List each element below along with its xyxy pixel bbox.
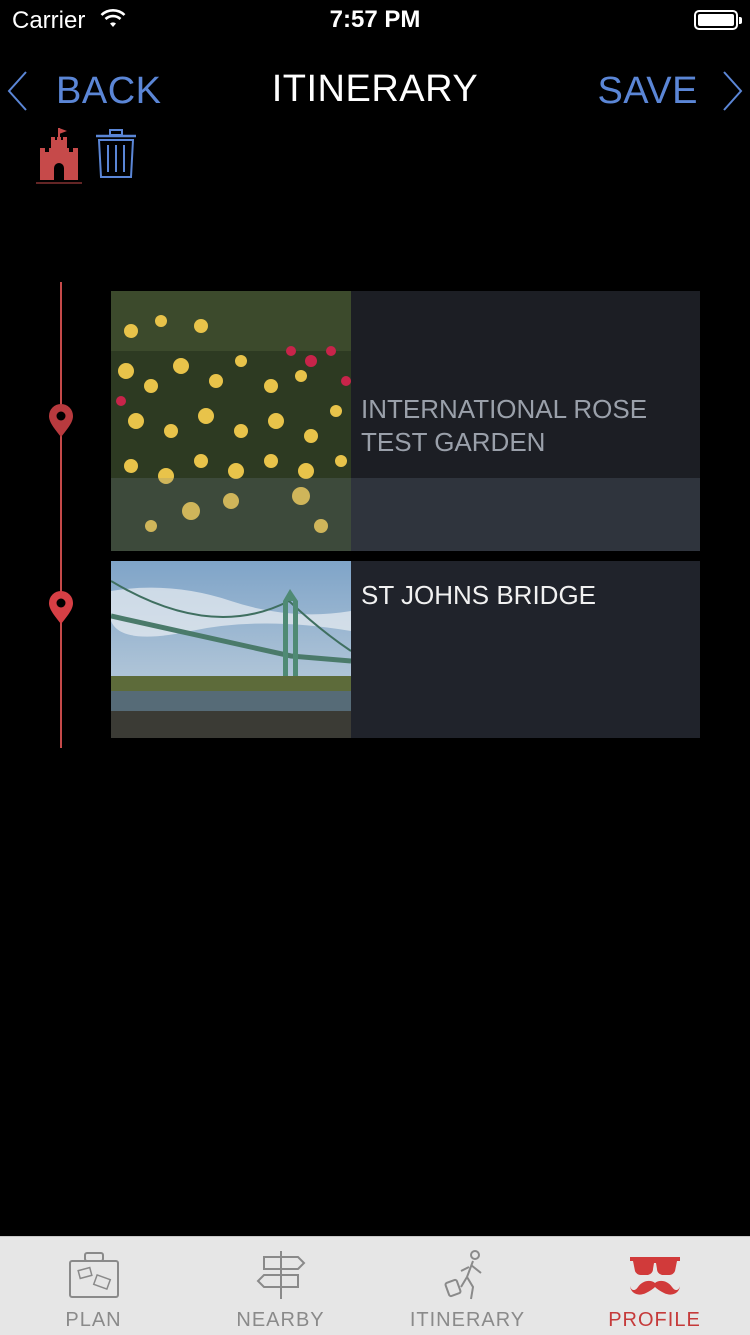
map-pin-icon (48, 404, 74, 438)
tab-label: NEARBY (236, 1309, 325, 1331)
tab-label: PLAN (65, 1309, 122, 1331)
tab-profile[interactable]: PROFILE (561, 1237, 748, 1335)
tab-nearby[interactable]: NEARBY (187, 1237, 374, 1335)
navigation-bar: BACK ITINERARY SAVE (0, 60, 750, 120)
traveler-icon (444, 1250, 482, 1300)
itinerary-item[interactable]: INTERNATIONAL ROSE TEST GARDEN (111, 291, 700, 551)
itinerary-item[interactable]: ST JOHNS BRIDGE (111, 561, 700, 738)
tab-label: PROFILE (608, 1309, 701, 1331)
map-pin-icon (48, 591, 74, 625)
castle-icon[interactable] (36, 126, 82, 186)
chevron-right-icon (723, 71, 743, 111)
luggage-icon (68, 1252, 119, 1298)
card-overlay (111, 478, 700, 551)
mustache-glasses-icon (629, 1257, 680, 1295)
status-time: 7:57 PM (329, 6, 421, 33)
save-button[interactable]: SAVE (597, 68, 744, 114)
signpost-icon (256, 1251, 305, 1299)
tab-itinerary[interactable]: ITINERARY (374, 1237, 561, 1335)
trash-icon[interactable] (94, 128, 138, 180)
itinerary-item-name: INTERNATIONAL ROSE TEST GARDEN (361, 394, 648, 457)
timeline-line (60, 282, 62, 748)
battery-icon (694, 10, 742, 30)
tab-bar: PLAN NEARBY ITINERARY PROFILE (0, 1236, 750, 1335)
bridge-photo (111, 561, 351, 738)
save-label: SAVE (597, 69, 698, 112)
itinerary-item-name: ST JOHNS BRIDGE (361, 580, 597, 610)
tab-plan[interactable]: PLAN (0, 1237, 187, 1335)
tab-label: ITINERARY (409, 1309, 526, 1331)
status-bar: Carrier 7:57 PM (0, 0, 750, 40)
